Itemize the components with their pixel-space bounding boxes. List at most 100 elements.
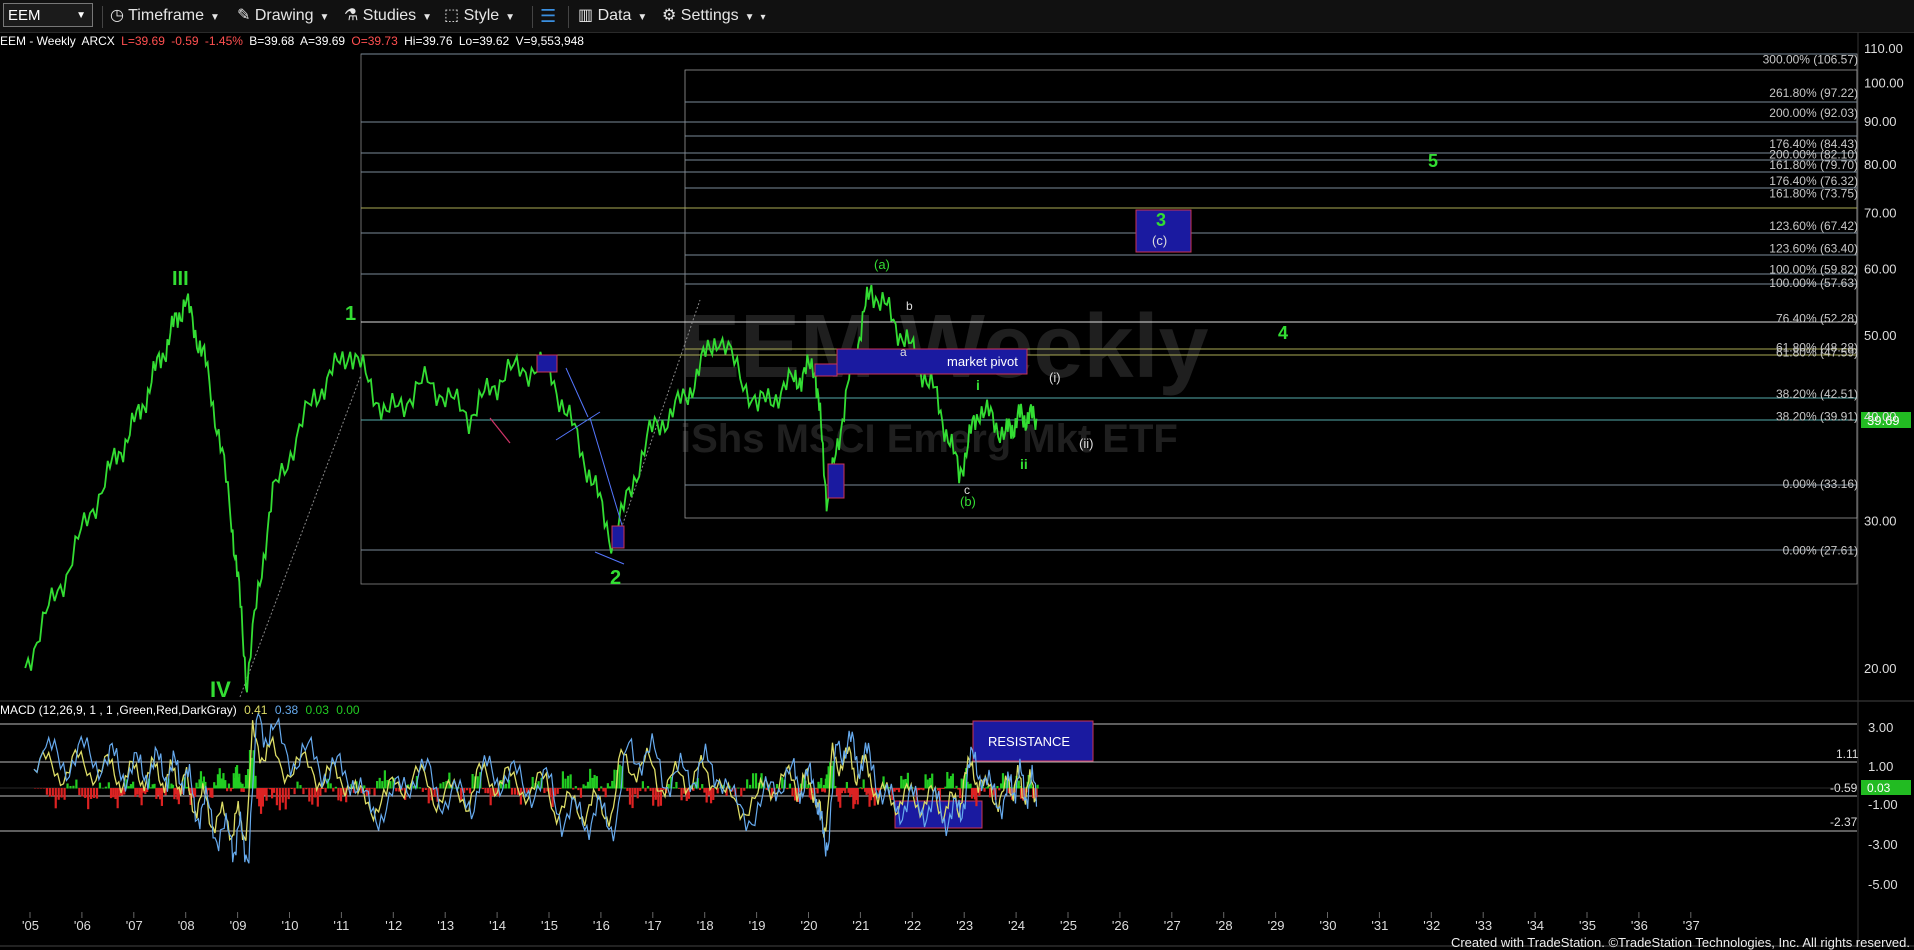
price-axis-label: 110.00 bbox=[1864, 41, 1903, 56]
small-lines bbox=[489, 417, 511, 444]
fib-labels: 300.00% (106.57) 261.80% (97.22) 200.00% (… bbox=[1763, 53, 1858, 558]
macd-bar bbox=[54, 788, 57, 809]
time-axis-label: '31 bbox=[1371, 918, 1388, 933]
fib-level-label: 200.00% (92.03) bbox=[1769, 106, 1858, 120]
macd-axis-label: -1.00 bbox=[1868, 797, 1898, 812]
pencil-icon: ✎ bbox=[237, 7, 251, 24]
macd-bar bbox=[597, 788, 601, 791]
macd-bar bbox=[820, 777, 823, 789]
macd-bar bbox=[652, 788, 655, 806]
macd-value: 0.41 bbox=[244, 703, 268, 717]
symbol-input[interactable]: EEM ▼ bbox=[3, 3, 93, 27]
style-button[interactable]: ⬚ Style ▼ bbox=[444, 4, 515, 28]
macd-bar bbox=[751, 773, 755, 789]
settings-label: Settings bbox=[680, 7, 739, 24]
macd-axis-label: 3.00 bbox=[1868, 720, 1893, 735]
macd-bar bbox=[136, 788, 139, 795]
resistance-label: RESISTANCE bbox=[988, 734, 1070, 749]
macd-bar bbox=[34, 788, 37, 789]
time-axis-label: '24 bbox=[1008, 918, 1025, 933]
macd-bar bbox=[227, 783, 231, 789]
macd-axis-label: -3.00 bbox=[1868, 837, 1898, 852]
macd-bar bbox=[584, 785, 587, 789]
data-button[interactable]: ▥ Data ▼ bbox=[578, 4, 647, 28]
bar-chart-icon: ▥ bbox=[578, 7, 594, 24]
macd-bar bbox=[290, 788, 293, 790]
macd-bar bbox=[845, 781, 848, 789]
macd-bar bbox=[712, 788, 715, 800]
studies-button[interactable]: ⚗ Studies ▼ bbox=[344, 4, 432, 28]
chevron-down-icon: ▼ bbox=[505, 12, 516, 23]
macd-bar bbox=[373, 788, 376, 796]
macd-bar bbox=[634, 788, 637, 795]
studies-label: Studies bbox=[362, 7, 417, 24]
time-axis-label: '14 bbox=[489, 918, 506, 933]
macd-axis-label: -5.00 bbox=[1868, 877, 1898, 892]
macd-bar bbox=[193, 788, 197, 797]
macd-bar bbox=[66, 783, 69, 789]
chevron-down-icon[interactable]: ▼ bbox=[76, 4, 86, 28]
macd-bar bbox=[107, 782, 110, 789]
macd-bar bbox=[951, 773, 954, 789]
time-axis-label: '07 bbox=[126, 918, 143, 933]
macd-bar bbox=[370, 788, 374, 789]
time-axis-label: '19 bbox=[749, 918, 766, 933]
fib-level-label: 61.80% (47.59) bbox=[1776, 346, 1858, 360]
target-box bbox=[611, 525, 625, 549]
wave-iii-label: III bbox=[172, 268, 189, 290]
timeframe-button[interactable]: ◷ Timeframe ▼ bbox=[110, 4, 220, 28]
toolbar-separator bbox=[102, 6, 103, 28]
price-chart[interactable]: EEM Weekly iShs MSCI Emerg Mkt ETF 300.0… bbox=[0, 32, 1914, 949]
macd-hist-value: 0.03 bbox=[305, 703, 329, 717]
macd-bar bbox=[305, 788, 308, 790]
macd-bar bbox=[600, 786, 603, 789]
macd-level-label: -2.37 bbox=[1830, 815, 1858, 829]
macd-bar bbox=[569, 774, 572, 789]
price-axis-label: 60.00 bbox=[1864, 261, 1897, 276]
price-axis-label: 70.00 bbox=[1864, 205, 1897, 220]
fib-level-label: 261.80% (97.22) bbox=[1769, 86, 1858, 100]
macd-bar bbox=[606, 783, 609, 789]
macd-bar bbox=[1036, 784, 1039, 789]
wave-c-paren-label: (c) bbox=[1152, 233, 1167, 248]
macd-bar bbox=[81, 788, 84, 797]
macd-bar bbox=[78, 788, 81, 796]
macd-bar bbox=[543, 788, 546, 794]
macd-bar bbox=[278, 788, 281, 811]
macd-bar bbox=[641, 781, 644, 789]
macd-bar bbox=[646, 786, 650, 789]
macd-bar bbox=[36, 788, 40, 789]
macd-axis-label: 1.00 bbox=[1868, 759, 1893, 774]
macd-bar bbox=[281, 788, 284, 803]
target-box bbox=[827, 463, 845, 499]
macd-bar bbox=[786, 788, 789, 790]
macd-bar bbox=[460, 788, 463, 801]
time-axis-label: '35 bbox=[1579, 918, 1596, 933]
macd-bar bbox=[471, 773, 474, 789]
settings-button[interactable]: ⚙ Settings ▼ ▾ bbox=[662, 4, 766, 28]
wave-c-label: c bbox=[964, 483, 970, 497]
macd-bar bbox=[564, 778, 567, 789]
macd-bar bbox=[476, 776, 479, 789]
macd-bar bbox=[566, 775, 570, 789]
macd-bar bbox=[296, 781, 299, 789]
macd-bar bbox=[856, 788, 859, 805]
macd-bar bbox=[486, 788, 490, 794]
macd-bar bbox=[134, 788, 137, 797]
macd-bar bbox=[505, 783, 508, 789]
macd-bar bbox=[299, 785, 302, 789]
chevron-down-icon: ▼ bbox=[319, 12, 330, 23]
market-pivot-label: market pivot bbox=[947, 354, 1018, 369]
layout-icon[interactable]: ☰ bbox=[540, 4, 556, 28]
macd-bar bbox=[439, 783, 442, 789]
macd-bar bbox=[63, 788, 66, 800]
target-box bbox=[536, 354, 558, 373]
time-axis-label: '26 bbox=[1112, 918, 1129, 933]
macd-bar bbox=[378, 777, 381, 789]
gear-icon: ⚙ bbox=[662, 7, 677, 24]
macd-bar bbox=[395, 788, 398, 792]
macd-bar bbox=[45, 788, 48, 795]
drawing-button[interactable]: ✎ Drawing ▼ bbox=[237, 4, 329, 28]
macd-bar bbox=[749, 784, 752, 789]
macd-bar bbox=[284, 788, 287, 810]
